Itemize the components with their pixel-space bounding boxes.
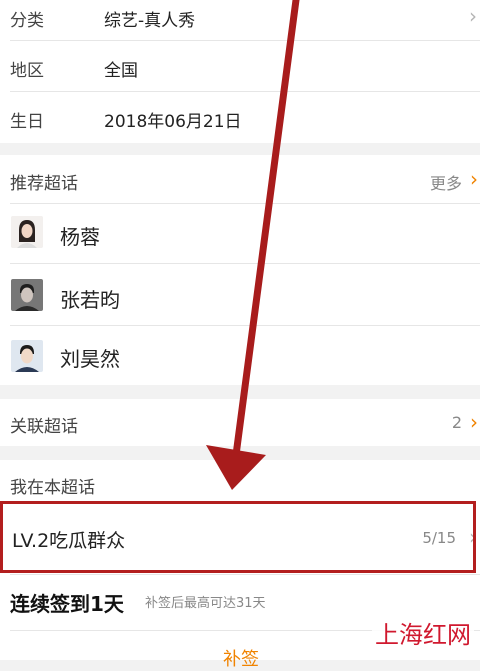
arrow-annotation [206,0,300,490]
checkin-hint: 补签后最高可达31天 [145,596,266,611]
highlight-box [0,501,476,573]
makeup-button[interactable]: 补签 [223,645,259,671]
checkin-text: 连续签到1天 [10,592,124,616]
watermark: 上海红网 [372,615,474,650]
